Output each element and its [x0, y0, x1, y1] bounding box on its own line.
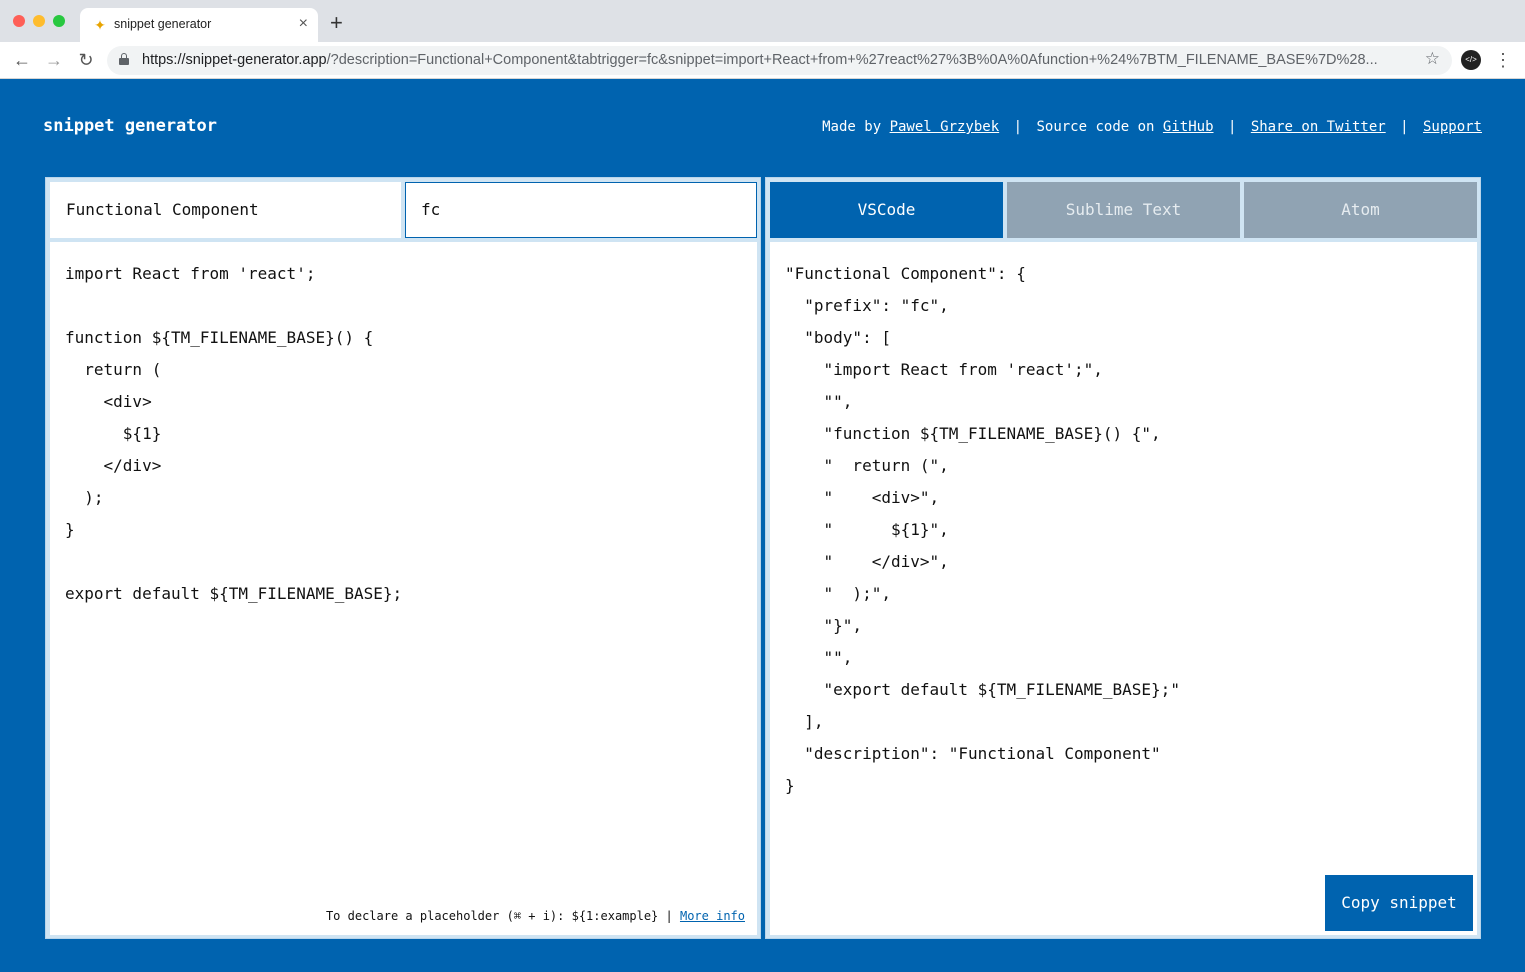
snippet-code[interactable]: import React from 'react'; function ${TM… [65, 258, 402, 610]
output-code-line: " return (", [785, 456, 949, 475]
output-code-line: ], [785, 712, 824, 731]
tab-sublime-text[interactable]: Sublime Text [1007, 182, 1240, 238]
github-link[interactable]: GitHub [1163, 119, 1214, 135]
snippet-code-line: import React from 'react'; [65, 264, 316, 283]
snippet-code-line: function ${TM_FILENAME_BASE}() { [65, 328, 374, 347]
close-tab-icon[interactable]: × [299, 15, 308, 33]
output-code-line: " );", [785, 584, 891, 603]
browser-menu-icon[interactable]: ⋮ [1494, 49, 1512, 71]
extension-icon[interactable]: </> [1461, 50, 1481, 70]
favicon-icon: ✦ [94, 17, 106, 33]
copy-snippet-button[interactable]: Copy snippet [1325, 875, 1473, 931]
made-by-label: Made by [822, 119, 882, 135]
output-code-line: " </div>", [785, 552, 949, 571]
site-brand: snippet generator [43, 116, 217, 136]
separator: | [1227, 119, 1237, 135]
browser-tab[interactable]: ✦ snippet generator × [80, 8, 318, 42]
support-link[interactable]: Support [1423, 119, 1482, 135]
snippet-code-line: </div> [65, 456, 162, 475]
output-code-line: "function ${TM_FILENAME_BASE}() {", [785, 424, 1161, 443]
tab-vscode[interactable]: VSCode [770, 182, 1003, 238]
snippet-code-line: export default ${TM_FILENAME_BASE}; [65, 584, 403, 603]
snippet-code-line [65, 546, 402, 578]
snippet-code-line: ${1} [65, 424, 162, 443]
bookmark-star-icon[interactable]: ☆ [1425, 49, 1440, 69]
forward-arrow-icon[interactable]: → [43, 49, 65, 71]
new-tab-button[interactable]: + [330, 11, 343, 35]
snippet-code-line: ); [65, 488, 104, 507]
source-label: Source code on [1036, 119, 1155, 135]
output-panel: VSCode Sublime Text Atom "Functional Com… [765, 177, 1481, 939]
input-panel: Functional Component fc import React fro… [45, 177, 761, 939]
snippet-code-line [65, 290, 402, 322]
description-input[interactable]: Functional Component [50, 182, 401, 238]
output-code-line: "", [785, 392, 853, 411]
header-links: Made by Pawel Grzybek | Source code on G… [822, 119, 1482, 135]
address-bar[interactable]: https://snippet-generator.app/?descripti… [107, 46, 1452, 75]
snippet-output: "Functional Component": { "prefix": "fc"… [770, 242, 1477, 935]
snippet-code-line: } [65, 520, 75, 539]
output-code-line: "}", [785, 616, 863, 635]
output-code-line: "import React from 'react';", [785, 360, 1103, 379]
share-twitter-link[interactable]: Share on Twitter [1251, 119, 1386, 135]
output-code-line: "Functional Component": { [785, 264, 1026, 283]
output-code-line: "body": [ [785, 328, 891, 347]
reload-icon[interactable]: ↻ [75, 49, 97, 71]
tabtrigger-input[interactable]: fc [405, 182, 757, 238]
snippet-code-line: return ( [65, 360, 162, 379]
output-code-line: } [785, 776, 795, 795]
output-code-line: "description": "Functional Component" [785, 744, 1161, 763]
output-code-line: "", [785, 648, 853, 667]
editor-tabs: VSCode Sublime Text Atom [770, 182, 1477, 238]
browser-toolbar: ← → ↻ https://snippet-generator.app/?des… [0, 42, 1525, 79]
hint-text: To declare a placeholder (⌘ + i): ${1:ex… [325, 909, 673, 923]
maximize-window-button[interactable] [53, 15, 65, 27]
output-code-line: " <div>", [785, 488, 940, 507]
close-window-button[interactable] [13, 15, 25, 27]
placeholder-hint: To declare a placeholder (⌘ + i): ${1:ex… [326, 909, 745, 923]
back-arrow-icon[interactable]: ← [11, 49, 33, 71]
snippet-editor[interactable]: import React from 'react'; function ${TM… [50, 242, 757, 935]
more-info-link[interactable]: More info [680, 909, 745, 923]
separator: | [1013, 119, 1023, 135]
output-code-line: "prefix": "fc", [785, 296, 949, 315]
minimize-window-button[interactable] [33, 15, 45, 27]
separator: | [1400, 119, 1409, 135]
tab-atom[interactable]: Atom [1244, 182, 1477, 238]
snippet-code-line: <div> [65, 392, 152, 411]
author-link[interactable]: Pawel Grzybek [890, 119, 1000, 135]
output-code: "Functional Component": { "prefix": "fc"… [785, 258, 1180, 802]
tab-title: snippet generator [114, 17, 212, 31]
lock-icon [119, 53, 129, 65]
output-code-line: "export default ${TM_FILENAME_BASE};" [785, 680, 1180, 699]
url-text[interactable]: https://snippet-generator.app/?descripti… [142, 52, 1407, 68]
browser-tab-bar: ✦ snippet generator × + [0, 0, 1525, 42]
output-code-line: " ${1}", [785, 520, 949, 539]
